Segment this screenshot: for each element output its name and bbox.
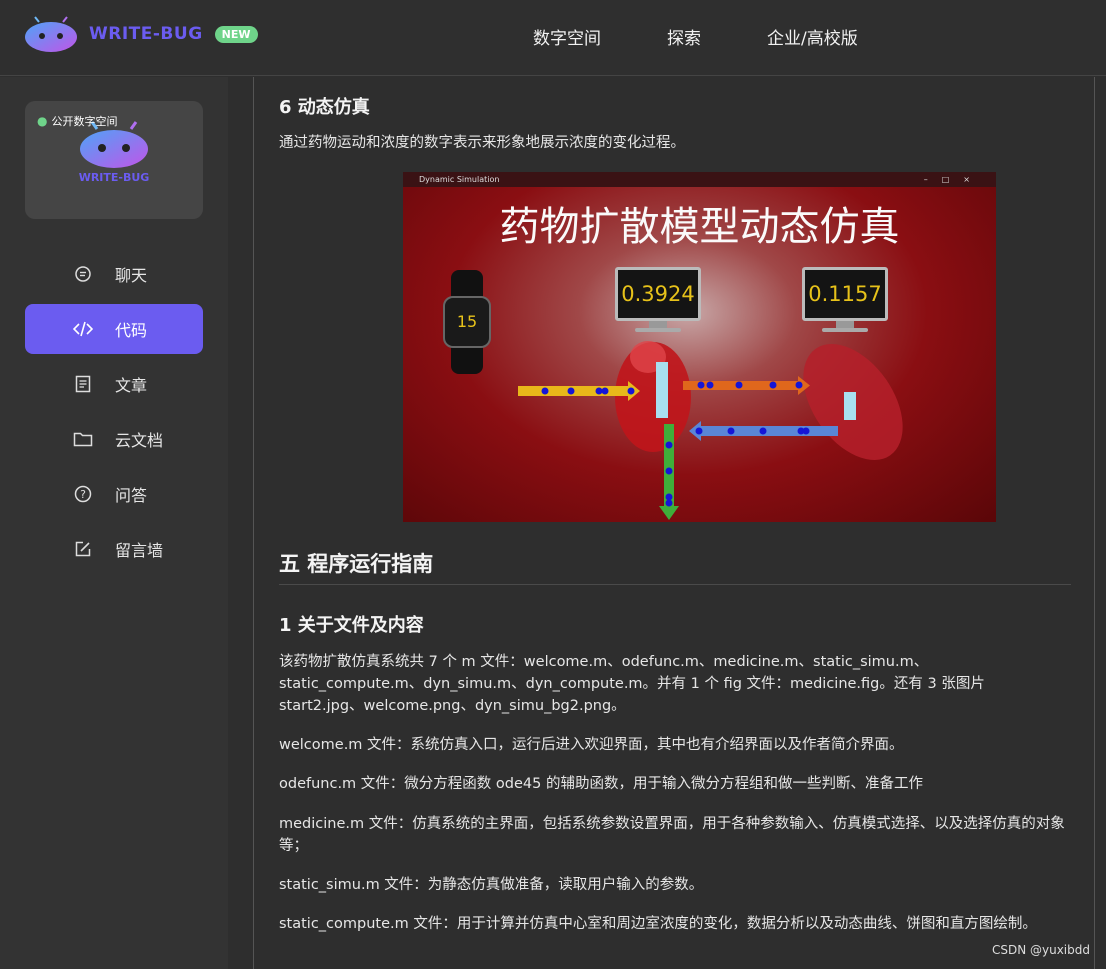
paragraph: welcome.m 文件：系统仿真入口，运行后进入欢迎界面，其中也有介绍界面以及…: [279, 737, 904, 753]
paragraph: 该药物扩散仿真系统共 7 个 m 文件：welcome.m、odefunc.m、…: [279, 654, 985, 714]
top-bar: WRITE-BUG NEW 数字空间 探索 企业/高校版: [0, 0, 1106, 76]
flow-diagram: [518, 341, 903, 520]
sidebar-item-article[interactable]: 文章: [25, 359, 203, 409]
code-icon: [73, 321, 93, 337]
sidebar-item-qa[interactable]: ? 问答: [25, 469, 203, 519]
folder-icon: [73, 432, 93, 447]
space-title: WRITE-BUG: [78, 171, 150, 184]
sidebar-item-cloud-docs[interactable]: 云文档: [25, 414, 203, 464]
section-heading-1: 1 关于文件及内容: [279, 615, 424, 636]
article-content: 6 动态仿真 通过药物运动和浓度的数字表示来形象地展示浓度的变化过程。 Dyna…: [253, 77, 1095, 969]
sidebar-item-chat[interactable]: 聊天: [25, 249, 203, 299]
space-tag: ● 公开数字空间: [37, 113, 117, 129]
chat-icon: [75, 266, 91, 282]
android-icon: ●: [37, 114, 48, 128]
sidebar-item-label: 云文档: [115, 431, 164, 450]
nav-enterprise[interactable]: 企业/高校版: [767, 24, 858, 49]
sidebar-item-label: 代码: [115, 321, 148, 340]
watermark: CSDN @yuxibdd: [991, 943, 1090, 957]
sidebar-item-label: 文章: [115, 376, 148, 395]
edit-icon: [75, 541, 91, 557]
sidebar-item-code[interactable]: 代码: [25, 304, 203, 354]
svg-text:?: ?: [80, 488, 86, 501]
nav-digital-space[interactable]: 数字空间: [533, 24, 601, 49]
sidebar-item-label: 问答: [115, 486, 148, 505]
space-card[interactable]: ● 公开数字空间 WRITE-BUG: [25, 101, 203, 219]
sidebar-item-message-wall[interactable]: 留言墙: [25, 524, 203, 574]
article-icon: [75, 375, 91, 393]
section-heading-6: 6 动态仿真: [279, 97, 370, 118]
paragraph: static_compute.m 文件：用于计算并仿真中心室和周边室浓度的变化，…: [279, 916, 1037, 932]
logo[interactable]: WRITE-BUG NEW: [25, 16, 258, 52]
section-6-text: 通过药物运动和浓度的数字表示来形象地展示浓度的变化过程。: [279, 135, 685, 151]
paragraph: odefunc.m 文件：微分方程函数 ode45 的辅助函数，用于输入微分方程…: [279, 776, 923, 792]
simulation-figure: Dynamic Simulation –□× 药物扩散模型动态仿真 15 0.3…: [403, 172, 996, 522]
sidebar-item-label: 聊天: [115, 266, 148, 285]
logo-text: WRITE-BUG: [89, 24, 203, 44]
chapter-5-heading: 五 程序运行指南: [279, 552, 434, 576]
nav-explore[interactable]: 探索: [667, 24, 701, 49]
sidebar-item-label: 留言墙: [115, 541, 164, 560]
paragraph: medicine.m 文件：仿真系统的主界面，包括系统参数设置界面，用于各种参数…: [279, 816, 1065, 854]
new-badge: NEW: [214, 25, 258, 43]
heading-divider: [279, 584, 1071, 585]
sidebar-menu: 聊天 代码 文章 云文档 ? 问答 留言墙: [25, 249, 203, 579]
question-icon: ?: [74, 485, 92, 503]
paragraph: static_simu.m 文件：为静态仿真做准备，读取用户输入的参数。: [279, 877, 704, 893]
sidebar: ● 公开数字空间 WRITE-BUG 聊天 代码 文章 云文档 ? 问答 留言墙: [0, 77, 228, 969]
space-tag-label: 公开数字空间: [51, 115, 118, 128]
robot-logo-icon: [25, 16, 77, 52]
top-nav: 数字空间 探索 企业/高校版: [533, 24, 924, 49]
